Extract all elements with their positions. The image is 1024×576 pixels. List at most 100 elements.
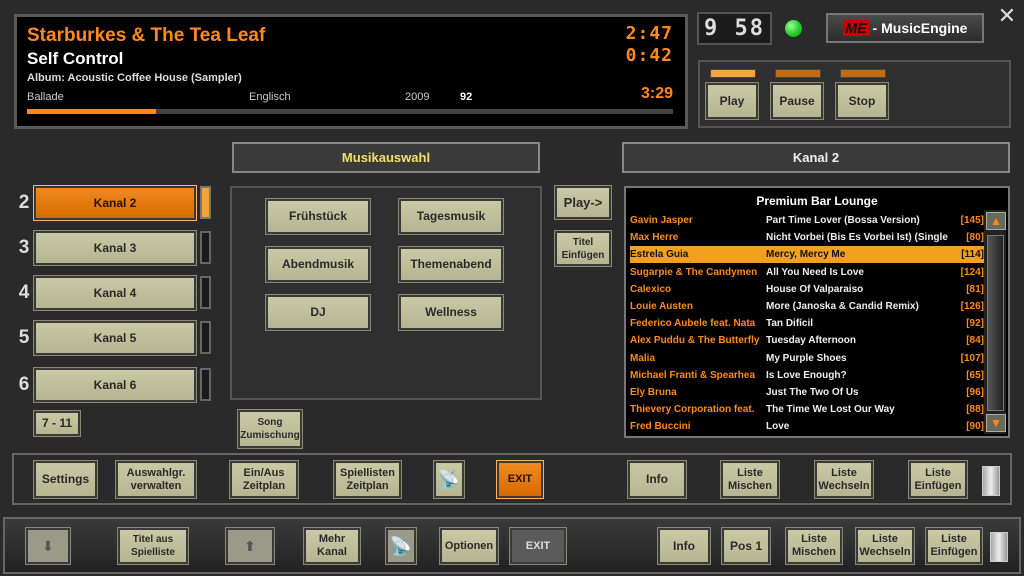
playlist-row[interactable]: Michael Franti & Spearhea Is Love Enough?… [630, 367, 985, 384]
selection-button-tagesmusik[interactable]: Tagesmusik [398, 198, 504, 235]
playlist-row[interactable]: Thievery Corporation feat. The Time We Lo… [630, 401, 985, 418]
settings-button[interactable]: Settings [33, 460, 98, 499]
playlist-artist: Federico Aubele feat. Nata [630, 318, 756, 330]
channel-level-5 [200, 321, 211, 354]
playlist-row[interactable]: Federico Aubele feat. Nata Tan Difícil [92… [630, 315, 985, 332]
playlist-song: Tuesday Afternoon [766, 335, 857, 347]
np-album: Album: Acoustic Coffee House (Sampler) [27, 72, 242, 84]
pause-indicator [775, 69, 821, 78]
playlist-bpm: [84] [966, 335, 984, 347]
move-up-button[interactable]: ⬆ [225, 527, 275, 565]
playlist-schedule-button[interactable]: Spiellisten Zeitplan [333, 460, 402, 499]
selection-button-dj[interactable]: DJ [265, 294, 371, 331]
np-language: Englisch [249, 91, 291, 103]
selection-button-fruehstueck[interactable]: Frühstück [265, 198, 371, 235]
pause-button[interactable]: Pause [770, 82, 824, 120]
playlist-bpm: [80] [966, 232, 984, 244]
playlist-row[interactable]: Louie Austen More (Janoska & Candid Remix… [630, 298, 985, 315]
pos1-button[interactable]: Pos 1 [721, 527, 771, 565]
insert-title-button[interactable]: Titel Einfügen [554, 230, 612, 267]
list-insert-button-secondary[interactable]: Liste Einfügen [925, 527, 983, 565]
channel-level-4 [200, 276, 211, 309]
playlist-row[interactable]: Malia My Purple Shoes [107] [630, 350, 985, 367]
manage-groups-button[interactable]: Auswahlgr. verwalten [115, 460, 197, 499]
list-swap-button-secondary[interactable]: Liste Wechseln [855, 527, 915, 565]
channel-level-3 [200, 231, 211, 264]
playlist-row[interactable]: Calexico House Of Valparaiso [81] [630, 281, 985, 298]
np-progress-bar[interactable] [27, 109, 673, 114]
scroll-up-icon[interactable]: ▲ [986, 212, 1006, 230]
channel-number: 5 [18, 327, 30, 348]
selection-button-themenabend[interactable]: Themenabend [398, 246, 504, 283]
channel-button-5[interactable]: Kanal 5 [33, 320, 197, 356]
brand-logo: ME - MusicEngine [826, 13, 984, 43]
playlist-row[interactable]: Ely Bruna Just The Two Of Us [96] [630, 384, 985, 401]
channel-button-4[interactable]: Kanal 4 [33, 275, 197, 311]
list-insert-button[interactable]: Liste Einfügen [908, 460, 968, 499]
brand-me: ME [842, 20, 870, 36]
list-swap-button[interactable]: Liste Wechseln [814, 460, 874, 499]
song-mix-button[interactable]: Song Zumischung [237, 409, 303, 449]
list-mix-button-secondary[interactable]: Liste Mischen [785, 527, 843, 565]
info-button-secondary[interactable]: Info [657, 527, 711, 565]
np-progress-fill [27, 109, 157, 114]
now-playing-display: Starburkes & The Tea Leaf Self Control A… [14, 14, 688, 129]
playlist-artist: Alex Puddu & The Butterfly [630, 335, 760, 347]
exit-button-secondary[interactable]: EXIT [509, 527, 567, 565]
list-mix-button[interactable]: Liste Mischen [720, 460, 780, 499]
stop-button[interactable]: Stop [835, 82, 889, 120]
onoff-schedule-button[interactable]: Ein/Aus Zeitplan [229, 460, 299, 499]
move-down-button[interactable]: ⬇ [25, 527, 71, 565]
playlist-row[interactable]: Sugarpie & The Candymen All You Need Is L… [630, 264, 985, 281]
channel-level-2 [200, 186, 211, 219]
antenna-icon[interactable]: 📡 [385, 527, 417, 565]
playlist-song: Tan Difícil [766, 318, 814, 330]
playlist-artist: Fred Buccini [630, 421, 691, 433]
close-icon[interactable]: ✕ [996, 3, 1018, 28]
playlist-row[interactable]: Fred Buccini Love [90] [630, 418, 985, 435]
trash-icon[interactable] [982, 466, 1000, 496]
channel-number: 3 [18, 237, 30, 258]
scroll-down-icon[interactable]: ▼ [986, 414, 1006, 432]
np-duration: 3:29 [640, 85, 673, 102]
channel-button-3[interactable]: Kanal 3 [33, 230, 197, 266]
selection-button-wellness[interactable]: Wellness [398, 294, 504, 331]
channel-level-6 [200, 368, 211, 401]
antenna-icon[interactable]: 📡 [433, 460, 465, 499]
playlist-song: Is Love Enough? [766, 369, 847, 381]
info-button[interactable]: Info [627, 460, 687, 499]
playlist-song: House Of Valparaiso [766, 283, 864, 295]
play-indicator [710, 69, 756, 78]
title-from-playlist-button[interactable]: Titel aus Spielliste [117, 527, 189, 565]
np-remaining: 0:42 [625, 45, 673, 66]
more-channels-button[interactable]: 7 - 11 [33, 410, 81, 437]
np-artist: Starburkes & The Tea Leaf [27, 25, 266, 46]
playlist-artist: Sugarpie & The Candymen [630, 266, 758, 278]
playlist-bpm: [114] [961, 249, 984, 261]
more-channel-button[interactable]: Mehr Kanal [303, 527, 361, 565]
playlist-artist: Calexico [630, 283, 672, 295]
scroll-thumb[interactable] [987, 235, 1004, 411]
channel-button-2[interactable]: Kanal 2 [33, 185, 197, 221]
playlist-row[interactable]: Gavin Jasper Part Time Lover (Bossa Versi… [630, 212, 985, 229]
trash-icon[interactable] [990, 532, 1008, 562]
playlist-artist: Michael Franti & Spearhea [630, 369, 756, 381]
playlist-row[interactable]: Alex Puddu & The Butterfly Tuesday Aftern… [630, 332, 985, 349]
options-button[interactable]: Optionen [439, 527, 499, 565]
playlist-row[interactable]: Estrela Guia Mercy, Mercy Me [114] [630, 246, 985, 264]
playlist-bpm: [81] [966, 283, 984, 295]
playlist-row[interactable]: Max Herre Nicht Vorbei (Bis Es Vorbei Ist… [630, 229, 985, 246]
playlist-bpm: [96] [966, 387, 984, 398]
playlist-song: The Time We Lost Our Way [766, 404, 895, 416]
np-title: Self Control [27, 49, 124, 68]
play-to-button[interactable]: Play-> [554, 185, 612, 220]
exit-button[interactable]: EXIT [496, 460, 544, 499]
channel-button-6[interactable]: Kanal 6 [33, 367, 197, 403]
clock-display: 9 58 [697, 12, 772, 45]
playlist-song: Just The Two Of Us [766, 387, 859, 398]
playlist-artist: Ely Bruna [630, 387, 677, 398]
np-genre: Ballade [27, 91, 64, 103]
selection-button-abendmusik[interactable]: Abendmusik [265, 246, 371, 283]
playlist-song: Mercy, Mercy Me [766, 249, 846, 261]
play-button[interactable]: Play [705, 82, 759, 120]
